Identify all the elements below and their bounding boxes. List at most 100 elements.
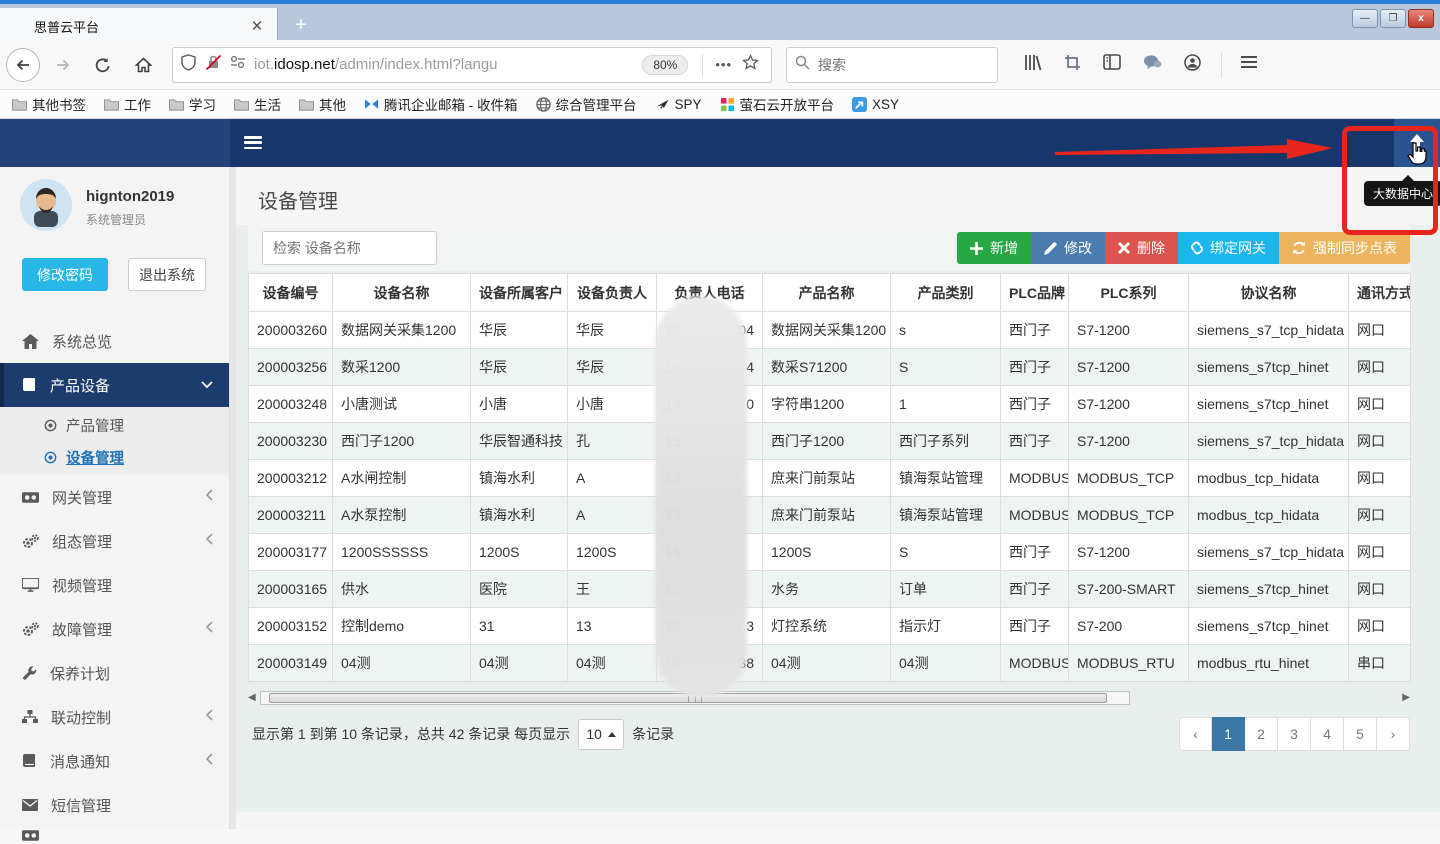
- page-size-select[interactable]: 10: [578, 719, 624, 750]
- home-button[interactable]: [126, 48, 160, 82]
- 删除-button[interactable]: 删除: [1105, 232, 1178, 264]
- sidebar-item-故障管理[interactable]: 故障管理: [0, 607, 229, 651]
- button-label: 删除: [1137, 238, 1165, 258]
- sidebar-item-系统总览[interactable]: 系统总览: [0, 319, 229, 363]
- reload-button[interactable]: [86, 48, 120, 82]
- permissions-icon[interactable]: [230, 55, 246, 74]
- table-row[interactable]: 200003211A水泵控制镇海水利A13庶来门前泵站镇海泵站管理MODBUSM…: [249, 497, 1411, 534]
- column-header-设备名称[interactable]: 设备名称: [333, 274, 471, 312]
- table-row[interactable]: 20000314904测04测04测153804测04测MODBUSMODBUS…: [249, 645, 1411, 682]
- horizontal-scrollbar[interactable]: ◀ ▶: [248, 691, 1410, 706]
- browser-tab[interactable]: 思普云平台 ✕: [0, 8, 278, 44]
- 新增-button[interactable]: 新增: [957, 232, 1031, 264]
- zoom-level-badge[interactable]: 80%: [642, 55, 688, 75]
- product-icon: [22, 378, 37, 393]
- sidebar-subitem-设备管理[interactable]: 设备管理: [0, 441, 229, 473]
- bookmark-item[interactable]: 萤石云开放平台: [720, 94, 835, 114]
- menu-hamburger-icon[interactable]: [1240, 55, 1258, 74]
- table-row[interactable]: 200003152控制demo3113153灯控系统指示灯西门子S7-200si…: [249, 608, 1411, 645]
- column-header-通讯方式[interactable]: 通讯方式: [1349, 274, 1411, 312]
- column-header-设备所属客户[interactable]: 设备所属客户: [471, 274, 568, 312]
- insecure-lock-icon[interactable]: [205, 54, 222, 76]
- scroll-right-icon[interactable]: ▶: [1402, 692, 1410, 703]
- scroll-left-icon[interactable]: ◀: [248, 692, 256, 703]
- sidebar-item-产品设备[interactable]: 产品设备: [0, 363, 229, 407]
- table-row[interactable]: 200003230西门子1200华辰智通科技孔15西门子1200西门子系列西门子…: [249, 423, 1411, 460]
- new-tab-button[interactable]: +: [286, 12, 316, 40]
- bookmark-item[interactable]: 综合管理平台: [536, 94, 637, 114]
- library-icon[interactable]: [1024, 54, 1042, 76]
- sidebar-item-短信管理[interactable]: 短信管理: [0, 783, 229, 827]
- device-search-input[interactable]: [262, 231, 437, 265]
- sidebar-item-组态管理[interactable]: 组态管理: [0, 519, 229, 563]
- column-header-PLC系列[interactable]: PLC系列: [1069, 274, 1189, 312]
- page-actions-icon[interactable]: •••: [715, 57, 732, 72]
- browser-search-bar[interactable]: [786, 47, 998, 83]
- table-cell: siemens_s7tcp_hinet: [1189, 386, 1349, 423]
- sidebar-item-视频管理[interactable]: 视频管理: [0, 563, 229, 607]
- sidebar-item-保养计划[interactable]: 保养计划: [0, 651, 229, 695]
- sidebar-item-网关管理[interactable]: 网关管理: [0, 475, 229, 519]
- change-password-button[interactable]: 修改密码: [22, 258, 108, 291]
- prev-page-button[interactable]: ‹: [1179, 717, 1212, 751]
- column-header-产品名称[interactable]: 产品名称: [763, 274, 891, 312]
- sidebar-item-消息通知[interactable]: 消息通知: [0, 739, 229, 783]
- table-cell: MODBUS_TCP: [1069, 497, 1189, 534]
- bookmark-item[interactable]: SPY: [655, 97, 702, 112]
- tab-close-icon[interactable]: ✕: [247, 17, 267, 35]
- bookmark-item[interactable]: 其他书签: [12, 94, 86, 114]
- back-button[interactable]: [6, 48, 40, 82]
- bookmark-item[interactable]: 工作: [104, 94, 151, 114]
- page-button-1[interactable]: 1: [1212, 717, 1245, 751]
- column-header-设备负责人[interactable]: 设备负责人: [568, 274, 657, 312]
- column-header-协议名称[interactable]: 协议名称: [1189, 274, 1349, 312]
- close-button[interactable]: x: [1408, 9, 1434, 28]
- tracking-shield-icon[interactable]: [181, 54, 196, 76]
- bookmark-item[interactable]: 生活: [234, 94, 281, 114]
- sidebar-subitem-产品管理[interactable]: 产品管理: [0, 409, 229, 441]
- page-button-3[interactable]: 3: [1278, 717, 1311, 751]
- bookmark-item[interactable]: XSY: [852, 97, 899, 112]
- wechat-chat-icon[interactable]: [1143, 54, 1162, 75]
- sidebar-toggle-icon[interactable]: [1103, 54, 1121, 75]
- page-button-2[interactable]: 2: [1245, 717, 1278, 751]
- minimize-button[interactable]: —: [1352, 9, 1378, 28]
- table-cell: 网口: [1349, 534, 1411, 571]
- table-row[interactable]: 200003212A水闸控制镇海水利A13庶来门前泵站镇海泵站管理MODBUSM…: [249, 460, 1411, 497]
- next-page-button[interactable]: ›: [1377, 717, 1410, 751]
- forward-button[interactable]: [46, 48, 80, 82]
- sidebar-collapse-icon[interactable]: [244, 136, 262, 150]
- table-row[interactable]: 200003260数据网关采集1200华辰华辰1804数据网关采集1200s西门…: [249, 312, 1411, 349]
- sidebar-item-clipped[interactable]: [0, 827, 229, 844]
- browser-search-input[interactable]: [818, 57, 978, 73]
- table-cell: siemens_s7_tcp_hidata: [1189, 423, 1349, 460]
- logout-button[interactable]: 退出系统: [128, 258, 206, 291]
- table-row[interactable]: 200003165供水医院王18水务订单西门子S7-200-SMARTsieme…: [249, 571, 1411, 608]
- url-bar[interactable]: iot.idosp.net/admin/index.html?langu 80%…: [172, 47, 772, 83]
- bookmark-item[interactable]: 腾讯企业邮箱 - 收件箱: [364, 94, 518, 114]
- restore-button[interactable]: ❐: [1380, 9, 1406, 28]
- table-row[interactable]: 200003256数采1200华辰华辰184数采S71200S西门子S7-120…: [249, 349, 1411, 386]
- bookmark-label: 学习: [189, 94, 216, 114]
- column-header-设备编号[interactable]: 设备编号: [249, 274, 333, 312]
- envelope-icon: [22, 799, 38, 811]
- account-icon[interactable]: [1184, 54, 1201, 76]
- table-row[interactable]: 200003248小唐测试小唐小唐130字符串12001西门子S7-1200si…: [249, 386, 1411, 423]
- table-cell: MODBUS_TCP: [1069, 460, 1189, 497]
- 强制同步点表-button[interactable]: 强制同步点表: [1279, 232, 1410, 264]
- column-header-产品类别[interactable]: 产品类别: [891, 274, 1001, 312]
- 修改-button[interactable]: 修改: [1031, 232, 1105, 264]
- screenshot-crop-icon[interactable]: [1064, 54, 1081, 76]
- bookmark-star-icon[interactable]: [742, 54, 759, 75]
- table-cell: siemens_s7tcp_hinet: [1189, 349, 1349, 386]
- column-header-PLC品牌[interactable]: PLC品牌: [1001, 274, 1069, 312]
- page-button-5[interactable]: 5: [1344, 717, 1377, 751]
- bookmark-item[interactable]: 其他: [299, 94, 346, 114]
- sidebar-item-联动控制[interactable]: 联动控制: [0, 695, 229, 739]
- bookmark-item[interactable]: 学习: [169, 94, 216, 114]
- 绑定网关-button[interactable]: 绑定网关: [1178, 232, 1279, 264]
- table-row[interactable]: 2000031771200SSSSSS1200S1200S151200SS西门子…: [249, 534, 1411, 571]
- page-button-4[interactable]: 4: [1311, 717, 1344, 751]
- table-cell: S7-1200: [1069, 423, 1189, 460]
- table-cell: 指示灯: [891, 608, 1001, 645]
